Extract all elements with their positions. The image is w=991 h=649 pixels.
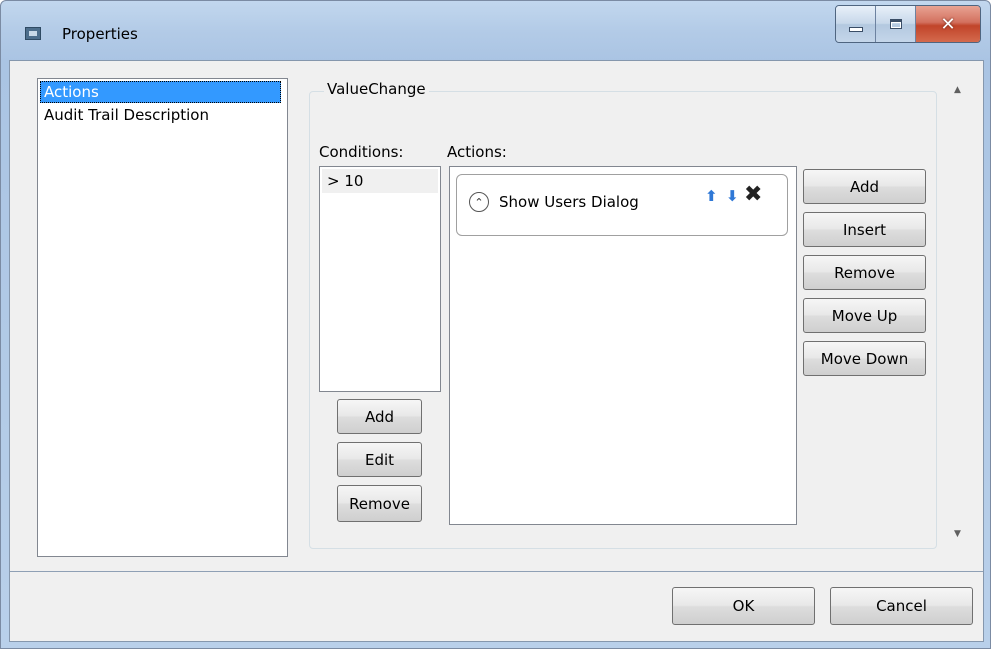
close-icon: ✕: [940, 13, 956, 35]
maximize-icon: [889, 19, 902, 29]
action-insert-button[interactable]: Insert: [803, 212, 926, 247]
move-up-arrow-icon[interactable]: ⬆: [705, 187, 718, 205]
caption-buttons: ✕: [835, 5, 981, 43]
group-title: ValueChange: [324, 80, 429, 98]
dialog-client-area: Actions Audit Trail Description ValueCha…: [9, 60, 984, 642]
window-title: Properties: [62, 25, 138, 43]
scroll-up-icon[interactable]: ▲: [954, 85, 961, 95]
delete-icon[interactable]: ✖: [744, 182, 762, 207]
close-button[interactable]: ✕: [916, 6, 980, 42]
collapse-icon[interactable]: ⌃: [469, 192, 489, 212]
action-move-up-button[interactable]: Move Up: [803, 298, 926, 333]
title-bar[interactable]: Properties ✕: [1, 1, 990, 61]
action-item[interactable]: ⌃ Show Users Dialog ⬆ ⬇ ✖: [456, 174, 788, 236]
window-icon: [25, 27, 41, 40]
conditions-label: Conditions:: [319, 143, 404, 161]
ok-button[interactable]: OK: [672, 587, 815, 625]
condition-add-button[interactable]: Add: [337, 399, 422, 434]
actions-list[interactable]: ⌃ Show Users Dialog ⬆ ⬇ ✖: [449, 166, 797, 525]
action-item-label: Show Users Dialog: [499, 193, 639, 211]
condition-edit-button[interactable]: Edit: [337, 442, 422, 477]
condition-item[interactable]: > 10: [322, 169, 438, 193]
category-item-audit-trail-description[interactable]: Audit Trail Description: [38, 103, 287, 127]
condition-remove-button[interactable]: Remove: [337, 485, 422, 522]
action-remove-button[interactable]: Remove: [803, 255, 926, 290]
actions-label: Actions:: [447, 143, 507, 161]
action-move-down-button[interactable]: Move Down: [803, 341, 926, 376]
conditions-list[interactable]: > 10: [319, 166, 441, 392]
action-add-button[interactable]: Add: [803, 169, 926, 204]
move-down-arrow-icon[interactable]: ⬇: [726, 187, 739, 205]
category-item-actions[interactable]: Actions: [40, 81, 281, 103]
minimize-button[interactable]: [836, 6, 876, 42]
properties-window: Properties ✕ Actions Audit Trail Descrip…: [0, 0, 991, 649]
cancel-button[interactable]: Cancel: [830, 587, 973, 625]
maximize-button[interactable]: [876, 6, 916, 42]
minimize-icon: [848, 26, 863, 32]
category-list[interactable]: Actions Audit Trail Description: [37, 78, 288, 557]
footer-separator: [10, 571, 983, 572]
scroll-down-icon[interactable]: ▼: [954, 529, 961, 539]
